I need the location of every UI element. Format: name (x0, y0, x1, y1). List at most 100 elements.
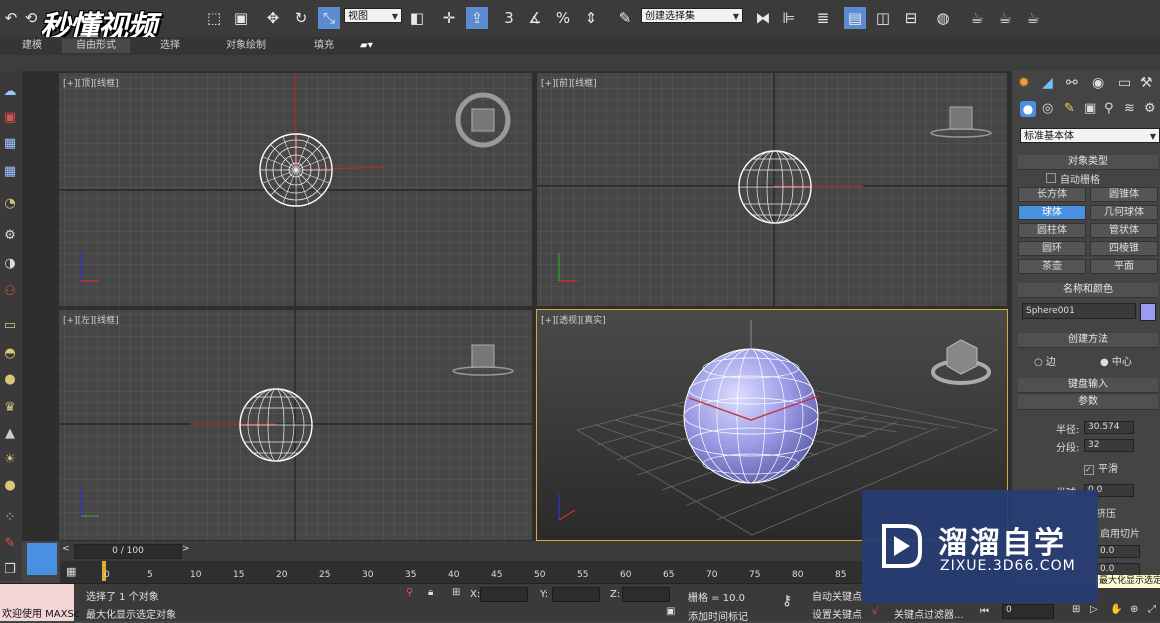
rotate-icon[interactable]: ↻ (290, 7, 312, 29)
curve-editor-icon[interactable]: ◫ (872, 7, 894, 29)
render-production-icon[interactable]: ☕ (1022, 7, 1044, 29)
tab-object-paint[interactable]: 对象绘制 (226, 39, 266, 53)
x-coordinate-field[interactable] (480, 587, 528, 602)
render-icon[interactable]: ▣ (0, 109, 20, 127)
helpers-icon[interactable]: ⚲ (1104, 101, 1114, 116)
teapot-button[interactable]: 茶壶 (1018, 259, 1086, 274)
viewport-left-label[interactable]: [+][左][线框] (63, 313, 119, 326)
keyboard-input-rollout[interactable]: 键盘输入 (1018, 378, 1158, 393)
creation-method-rollout[interactable]: 创建方法 (1018, 333, 1158, 348)
layer-manager-icon[interactable]: ≣ (812, 7, 834, 29)
brush-icon[interactable]: ✎ (0, 535, 20, 553)
teapot-icon[interactable]: ☁ (0, 83, 20, 101)
hierarchy-icon[interactable]: ⚙ (0, 227, 20, 245)
window-crossing-icon[interactable]: ▣ (230, 7, 252, 29)
pin-icon[interactable]: ⚲ (406, 587, 413, 598)
select-link-icon[interactable]: ⟲ (20, 7, 42, 29)
radius-field[interactable]: 30.574 (1084, 421, 1134, 434)
sphere-button[interactable]: 球体 (1018, 205, 1086, 220)
object-name-field[interactable]: Sphere001 (1022, 303, 1136, 319)
goto-start-icon[interactable]: ⏮ (980, 606, 989, 617)
schematic-view-icon[interactable]: ⊟ (900, 7, 922, 29)
pivot-icon[interactable]: ◧ (406, 7, 428, 29)
current-frame-field[interactable]: 0 (1002, 604, 1054, 619)
sphere-icon[interactable]: ● (0, 371, 20, 389)
viewport-perspective-label[interactable]: [+][透视][真实] (541, 313, 606, 326)
center-radio[interactable]: ● 中心 (1100, 353, 1132, 368)
utilities-tab-icon[interactable]: ⚒ (1140, 75, 1153, 91)
y-coordinate-field[interactable] (552, 587, 600, 602)
orbit-icon[interactable]: ⊕ (1130, 604, 1138, 615)
category-dropdown[interactable]: 标准基本体 ▼ (1020, 128, 1160, 143)
panel-icon[interactable]: ▦ (0, 163, 20, 181)
material-editor-icon[interactable]: ◍ (932, 7, 954, 29)
angle-snap-icon[interactable]: ∡ (524, 7, 546, 29)
absolute-mode-icon[interactable]: ⊞ (452, 587, 460, 598)
utility-icon[interactable]: ⚇ (0, 283, 20, 301)
select-manipulate-icon[interactable]: ✛ (438, 7, 460, 29)
cone-icon[interactable]: ▲ (0, 425, 20, 443)
reference-coord-dropdown[interactable]: 视图 ▼ (344, 8, 402, 23)
named-selection-set-dropdown[interactable]: 创建选择集 ▼ (641, 8, 743, 23)
z-coordinate-field[interactable] (622, 587, 670, 602)
slice-checkbox[interactable]: 启用切片 (1100, 525, 1140, 540)
tab-modeling[interactable]: 建模 (22, 39, 42, 53)
prev-frame-icon[interactable]: < (62, 544, 72, 557)
hierarchy-tab-icon[interactable]: ⚯ (1066, 75, 1078, 91)
modify-tab-icon[interactable]: ◢ (1042, 75, 1053, 91)
tab-selection[interactable]: 选择 (160, 39, 180, 53)
next-frame-icon[interactable]: > (182, 544, 192, 557)
motion-tab-icon[interactable]: ◉ (1092, 75, 1104, 91)
segments-field[interactable]: 32 (1084, 439, 1134, 452)
add-time-tag-icon[interactable]: ▣ (666, 606, 675, 617)
viewport-layout-button[interactable] (27, 543, 57, 575)
viewport-front[interactable]: [+][前][线框] (537, 73, 1007, 306)
geosphere-button[interactable]: 几何球体 (1090, 205, 1158, 220)
maximize-viewport-icon[interactable]: ⤢ (1148, 604, 1156, 615)
create-tab-icon[interactable]: ✹ (1018, 75, 1030, 91)
display-tab-icon[interactable]: ▭ (1118, 75, 1131, 91)
smooth-checkbox[interactable]: ✓ 平滑 (1084, 460, 1118, 475)
light-icon[interactable]: ◔ (0, 195, 20, 213)
squash-radio[interactable]: 挤压 (1096, 505, 1116, 520)
sun-icon[interactable]: ☀ (0, 451, 20, 469)
tab-populate[interactable]: 填充 (314, 39, 334, 53)
align-icon[interactable]: ⊫ (778, 7, 800, 29)
frame-slider-thumb[interactable]: 0 / 100 (74, 544, 182, 559)
particles-icon[interactable]: ⁘ (0, 509, 20, 527)
cube-icon[interactable]: ❒ (0, 561, 20, 579)
key-icon[interactable]: ⚷ (782, 593, 792, 609)
field-of-view-icon[interactable]: ▷ (1090, 604, 1098, 615)
cylinder-button[interactable]: 圆柱体 (1018, 223, 1086, 238)
key-filters-button[interactable]: 关键点过滤器... (894, 606, 964, 621)
scene-explorer-icon[interactable]: ▤ (844, 7, 866, 29)
lights-icon[interactable]: ✎ (1064, 101, 1075, 116)
edge-radio[interactable]: ○ 边 (1034, 353, 1056, 368)
pan-view-icon[interactable]: ✋ (1110, 604, 1122, 615)
snap-3d-icon[interactable]: 3 (498, 7, 520, 29)
systems-icon[interactable]: ⚙ (1144, 101, 1156, 116)
viewport-left[interactable]: [+][左][线框] (59, 310, 532, 540)
add-time-tag-button[interactable]: 添加时间标记 (688, 608, 748, 623)
geometry-icon[interactable]: ● (1020, 101, 1036, 117)
viewport-front-label[interactable]: [+][前][线框] (541, 76, 597, 89)
curve-editor-mini-icon[interactable]: ▦ (66, 565, 76, 578)
lock-icon[interactable]: 🔒︎ (428, 587, 433, 598)
sphere-icon-2[interactable]: ● (0, 477, 20, 495)
pyramid-button[interactable]: 四棱锥 (1090, 241, 1158, 256)
tube-button[interactable]: 管状体 (1090, 223, 1158, 238)
spacewarps-icon[interactable]: ≋ (1124, 101, 1135, 116)
set-key-button[interactable]: 设置关键点 (812, 606, 862, 621)
render-setup-icon[interactable]: ☕ (966, 7, 988, 29)
motion-icon[interactable]: ◑ (0, 255, 20, 273)
tab-freeform[interactable]: 自由形式 (62, 39, 130, 53)
torus-button[interactable]: 圆环 (1018, 241, 1086, 256)
move-icon[interactable]: ✥ (262, 7, 284, 29)
auto-key-button[interactable]: 自动关键点 (812, 588, 862, 603)
shapes-icon[interactable]: ◎ (1042, 101, 1053, 116)
viewport-top-label[interactable]: [+][顶][线框] (63, 76, 119, 89)
ribbon-options-icon[interactable]: ▰▾ (360, 39, 373, 53)
sphere-wireframe-top[interactable] (259, 133, 333, 207)
mirror-icon[interactable]: ⧓ (752, 7, 774, 29)
keyboard-shortcut-icon[interactable]: ⇪ (466, 7, 488, 29)
